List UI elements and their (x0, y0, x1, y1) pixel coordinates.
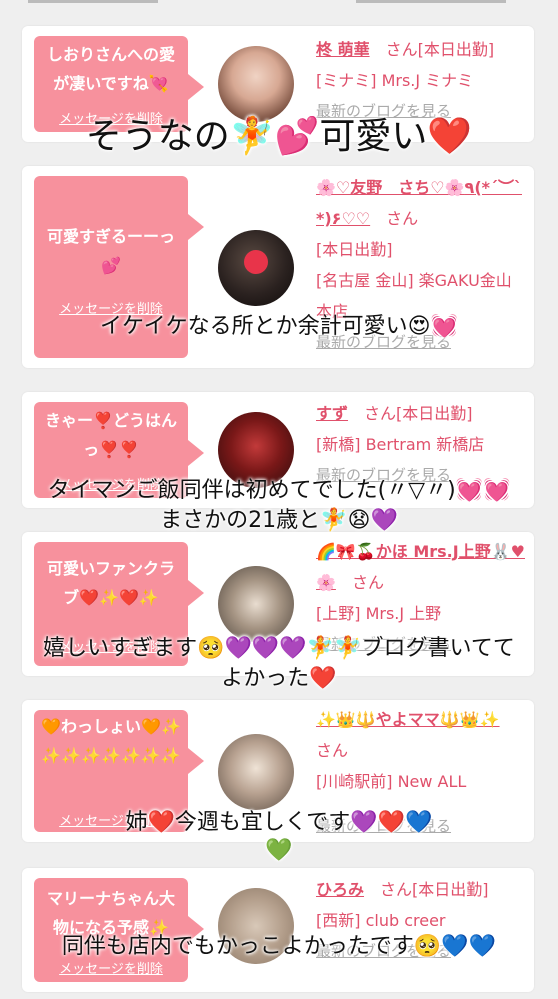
message-text: しおりさんへの愛が凄いですね💘 (46, 45, 175, 93)
cast-status: [本日出勤] (316, 240, 393, 259)
overlay-caption: 同伴も店内でもかっこよかったです🥺💙💙 (61, 934, 497, 959)
overlay-caption: よかった❤️ (221, 666, 337, 691)
overlay-caption: まさかの21歳と🧚😧💜 (160, 508, 398, 533)
message-text: 可愛いファンクラブ❤️✨❤️✨ (46, 559, 175, 607)
store-name[interactable]: [川崎駅前] New ALL (316, 766, 526, 797)
cast-honorific: さん (386, 209, 419, 228)
heart-sticker-icon (244, 250, 268, 274)
avatar[interactable] (218, 230, 294, 306)
overlay-caption: イケイケなる所とか余計可愛い😍💓 (100, 314, 458, 339)
cast-name-link[interactable]: ひろみ (316, 880, 364, 899)
cast-status: さん[本日出勤] (364, 404, 473, 423)
avatar[interactable] (218, 566, 294, 642)
message-text: 🧡わっしょい🧡✨✨✨✨✨✨✨✨ (41, 717, 181, 765)
cast-name-link[interactable]: 柊 萌華 (316, 40, 370, 59)
cast-name-link[interactable]: 🌸♡友野 さち♡🌸٩(*´︶`*)۶♡♡ (316, 178, 522, 228)
cast-status: さん[本日出勤] (380, 880, 489, 899)
previous-blog-link-edge (356, 0, 506, 3)
store-name[interactable]: [新橋] Bertram 新橋店 (316, 429, 526, 460)
cast-name-link[interactable]: ✨👑🔱やよママ🔱👑✨ (316, 710, 500, 729)
overlay-caption: 💚 (265, 838, 293, 863)
message-text: 可愛すぎるーーっ💕 (46, 227, 175, 275)
store-name[interactable]: [ミナミ] Mrs.J ミナミ (316, 65, 526, 96)
previous-card-edge (28, 0, 158, 3)
avatar[interactable] (218, 734, 294, 810)
cast-status: さん (351, 573, 384, 592)
overlay-caption: そうなの🧚💕可愛い❤️ (85, 116, 473, 157)
overlay-caption: 嬉しいすぎます🥺💜💜💜🧚🧚ブログ書いてて (43, 636, 515, 661)
store-name[interactable]: [上野] Mrs.J 上野 (316, 598, 526, 629)
cast-status: さん[本日出勤] (385, 40, 495, 59)
cast-name-link[interactable]: すず (316, 404, 348, 423)
message-text: きゃー❣️どうはんっ❣️❣️ (45, 411, 177, 459)
avatar[interactable] (218, 46, 294, 122)
overlay-caption: タイマンご飯同伴は初めてでした(〃▽〃)💓💓 (47, 478, 511, 503)
cast-name-link[interactable]: 🌈🎀🍒かほ Mrs.J上野🐰♥🌸 (316, 542, 525, 592)
cast-status: さん (316, 741, 349, 760)
